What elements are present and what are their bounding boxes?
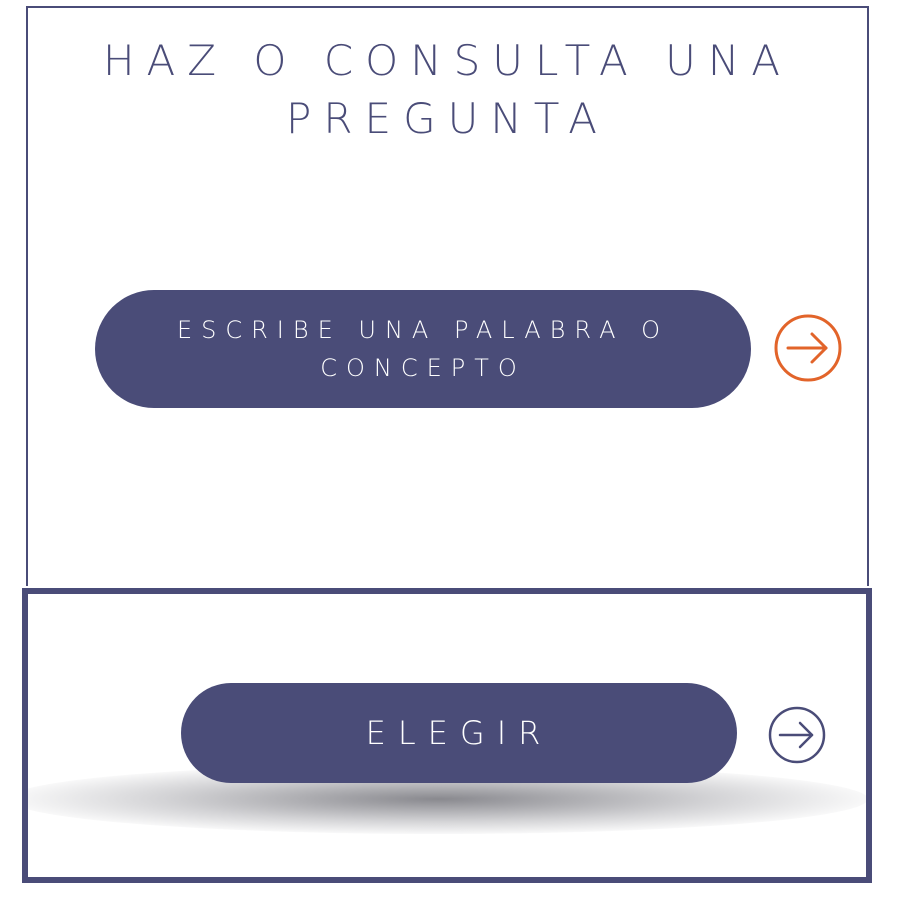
title-line-1: HAZ O CONSULTA UNA xyxy=(102,36,793,85)
write-word-button[interactable]: ESCRIBE UNA PALABRA O CONCEPTO xyxy=(95,290,751,408)
arrow-right-circle-icon[interactable] xyxy=(766,704,828,766)
choose-button[interactable]: ELEGIR xyxy=(181,683,737,783)
page-title: HAZ O CONSULTA UNA PREGUNTA xyxy=(28,32,867,148)
arrow-right-circle-icon[interactable] xyxy=(772,312,844,384)
search-arrow-graphic xyxy=(774,314,842,382)
choose-panel: ELEGIR xyxy=(22,588,872,883)
ask-question-panel: HAZ O CONSULTA UNA PREGUNTA ESCRIBE UNA … xyxy=(26,6,869,586)
choose-arrow-graphic xyxy=(768,706,826,764)
write-word-label: ESCRIBE UNA PALABRA O CONCEPTO xyxy=(177,311,669,387)
choose-button-label: ELEGIR xyxy=(365,714,553,752)
title-line-2: PREGUNTA xyxy=(286,94,609,143)
write-word-label-line-2: CONCEPTO xyxy=(320,354,526,382)
write-word-label-line-1: ESCRIBE UNA PALABRA O xyxy=(176,316,670,344)
